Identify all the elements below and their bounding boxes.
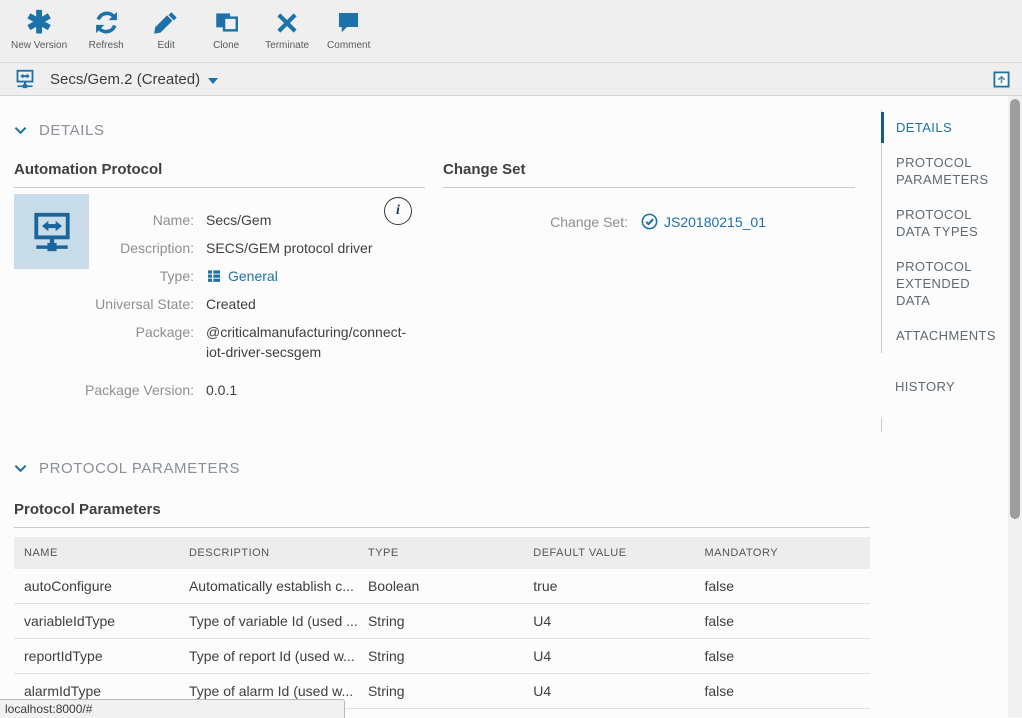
checkmark-circle-icon [640,212,659,231]
column-header-type[interactable]: TYPE [358,537,523,569]
field-value: Created [206,294,256,314]
comment-icon [335,6,362,39]
protocol-parameters-section-title: PROTOCOL PARAMETERS [39,460,240,477]
nav-item-attachments[interactable]: ATTACHMENTS [882,318,1008,353]
info-icon[interactable]: i [384,197,412,225]
nav-divider [881,418,1008,432]
protocol-parameters-table: NAME DESCRIPTION TYPE DEFAULT VALUE MAND… [14,537,870,718]
chevron-down-icon [14,464,27,473]
column-header-mandatory[interactable]: MANDATORY [694,537,870,569]
clone-label: Clone [213,40,239,51]
nav-item-details[interactable]: DETAILS [882,110,1008,145]
terminate-icon [274,6,300,39]
field-package-version: Package Version: 0.0.1 [14,380,425,400]
content-area: DETAILS Automation Protocol i [0,96,1022,717]
new-version-button[interactable]: ✱ New Version [2,6,76,51]
application-window: ✱ New Version Refresh [0,0,1022,718]
nav-item-protocol-extended-data[interactable]: PROTOCOL EXTENDED DATA [882,249,1008,318]
vertical-scrollbar[interactable] [1008,96,1022,717]
field-change-set: Change Set: JS20180215_01 [443,212,855,231]
change-set-link[interactable]: JS20180215_01 [664,214,766,230]
automation-protocol-panel: Automation Protocol i Name: [14,161,425,408]
nav-item-protocol-data-types[interactable]: PROTOCOL DATA TYPES [882,197,1008,249]
column-header-description[interactable]: DESCRIPTION [179,537,358,569]
details-section-title: DETAILS [39,122,105,139]
protocol-parameters-section-header[interactable]: PROTOCOL PARAMETERS [14,460,880,477]
status-url-tooltip: localhost:8000/# [0,699,345,718]
collapse-panel-button[interactable] [993,71,1010,88]
clone-button[interactable]: Clone [196,6,256,51]
section-nav: DETAILS PROTOCOL PARAMETERS PROTOCOL DAT… [881,110,1008,432]
terminate-button[interactable]: Terminate [256,6,318,51]
protocol-parameters-table-title: Protocol Parameters [14,501,870,528]
entity-title-bar: Secs/Gem.2 (Created) [0,63,1022,96]
table-row[interactable]: variableIdType Type of variable Id (used… [14,604,870,639]
nav-item-history[interactable]: HISTORY [881,369,1008,404]
clone-icon [212,6,241,39]
field-label: Package: [14,322,194,362]
protocol-parameters-section: PROTOCOL PARAMETERS Protocol Parameters … [0,460,880,718]
nav-item-protocol-parameters[interactable]: PROTOCOL PARAMETERS [882,145,1008,197]
field-value: Secs/Gem [206,210,271,230]
refresh-icon [92,6,121,39]
change-set-title: Change Set [443,161,855,188]
chevron-down-icon [14,126,27,135]
edit-button[interactable]: Edit [136,6,196,51]
automation-protocol-title: Automation Protocol [14,161,425,188]
entity-title-dropdown[interactable]: Secs/Gem.2 (Created) [50,71,218,88]
field-type: Type: [14,266,425,286]
field-value: @criticalmanufacturing/connect-iot-drive… [206,322,425,362]
column-header-name[interactable]: NAME [14,537,179,569]
refresh-label: Refresh [89,40,124,51]
entity-image [14,194,89,269]
refresh-button[interactable]: Refresh [76,6,136,51]
details-section-header[interactable]: DETAILS [14,122,880,139]
chevron-down-icon [208,78,218,84]
field-universal-state: Universal State: Created [14,294,425,314]
field-value: SECS/GEM protocol driver [206,238,373,258]
comment-button[interactable]: Comment [318,6,379,51]
field-label: Change Set: [443,214,628,230]
field-label: Type: [14,266,194,286]
type-general-link[interactable]: General [228,266,278,286]
toolbar: ✱ New Version Refresh [0,0,1022,63]
scrollbar-thumb[interactable] [1010,99,1020,519]
change-set-panel: Change Set Change Set: JS20180215_01 [443,161,855,408]
main-panel: DETAILS Automation Protocol i [0,96,880,718]
edit-label: Edit [158,40,175,51]
comment-label: Comment [327,40,370,51]
table-header-row: NAME DESCRIPTION TYPE DEFAULT VALUE MAND… [14,537,870,569]
automation-protocol-icon [14,68,36,90]
field-label: Package Version: [14,380,194,400]
column-header-default-value[interactable]: DEFAULT VALUE [523,537,694,569]
general-type-icon [206,268,222,284]
table-row[interactable]: autoConfigure Automatically establish c.… [14,569,870,604]
field-label: Universal State: [14,294,194,314]
field-value: 0.0.1 [206,380,237,400]
entity-title: Secs/Gem.2 (Created) [50,71,200,88]
new-version-label: New Version [11,40,67,51]
table-row[interactable]: reportIdType Type of report Id (used w..… [14,639,870,674]
new-version-icon: ✱ [26,6,52,39]
edit-icon [152,6,180,39]
terminate-label: Terminate [265,40,309,51]
field-package: Package: @criticalmanufacturing/connect-… [14,322,425,362]
